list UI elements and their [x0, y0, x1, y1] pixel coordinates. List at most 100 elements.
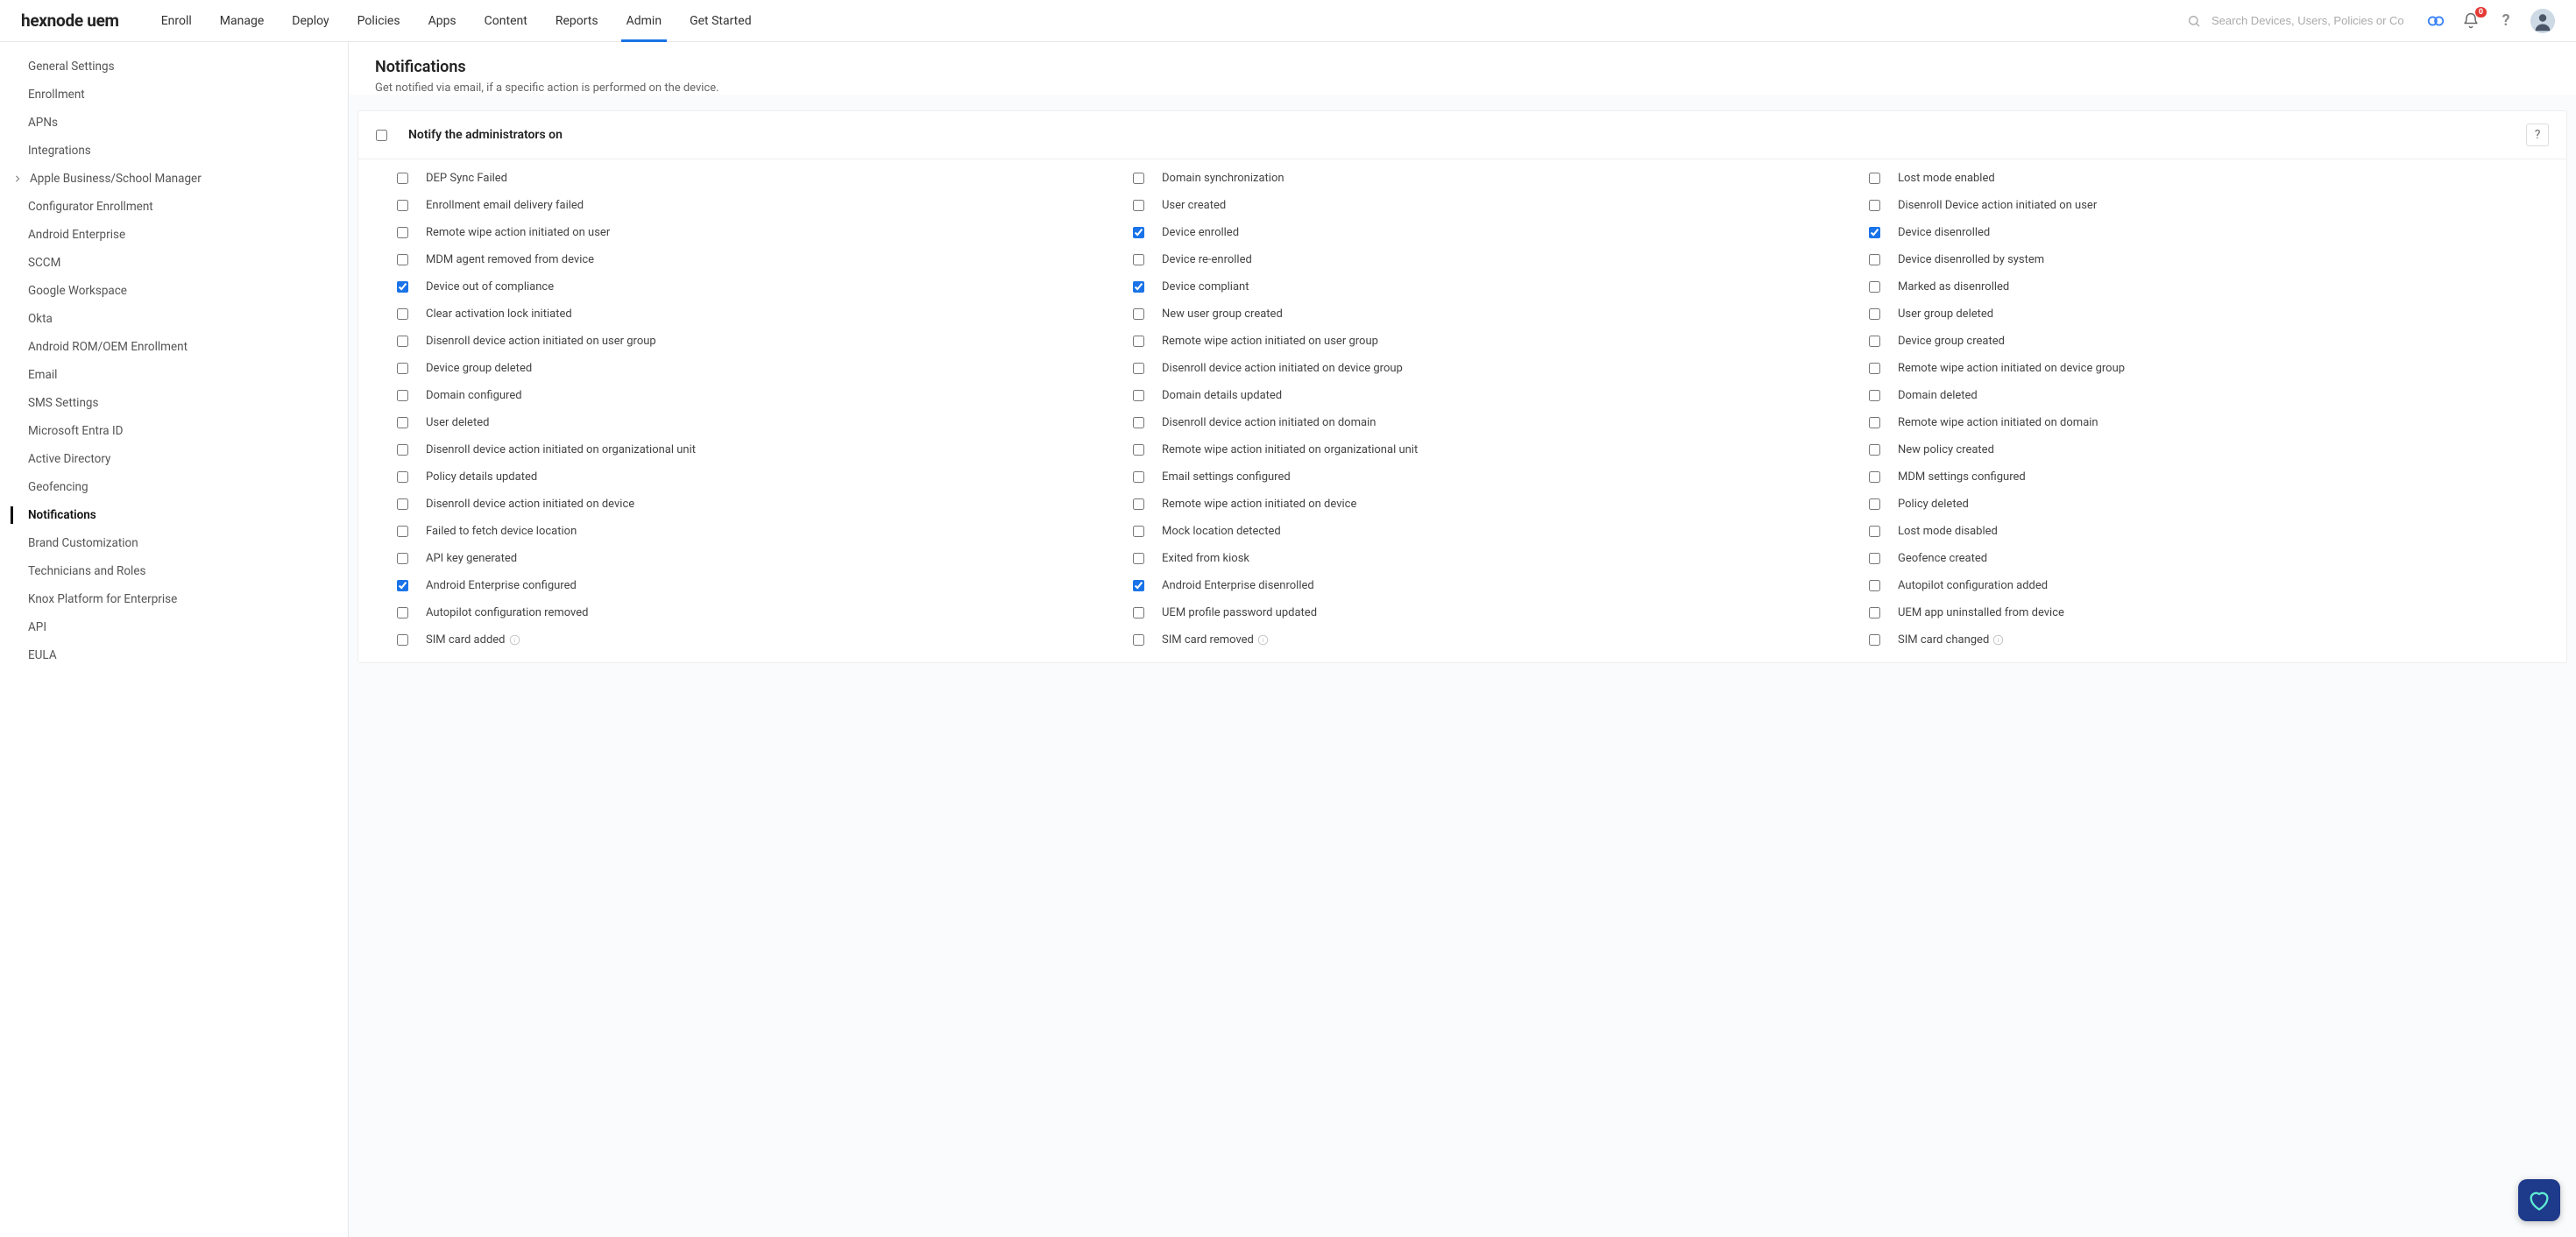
nav-item-manage[interactable]: Manage: [206, 0, 278, 41]
notification-checkbox[interactable]: [1133, 444, 1144, 456]
notification-checkbox[interactable]: [1133, 498, 1144, 510]
notification-label[interactable]: Device disenrolled: [1898, 226, 1990, 239]
notification-label[interactable]: Device re-enrolled: [1162, 253, 1252, 266]
notification-checkbox[interactable]: [1133, 173, 1144, 184]
notification-checkbox[interactable]: [397, 200, 408, 211]
notification-checkbox[interactable]: [1133, 390, 1144, 401]
notification-label[interactable]: Remote wipe action initiated on user: [426, 226, 610, 239]
sidebar-item-api[interactable]: API: [0, 613, 348, 641]
notification-checkbox[interactable]: [1869, 227, 1880, 238]
notification-label[interactable]: API key generated: [426, 552, 517, 565]
notification-label[interactable]: Remote wipe action initiated on device: [1162, 498, 1356, 511]
notification-checkbox[interactable]: [1869, 254, 1880, 265]
notification-checkbox[interactable]: [1133, 336, 1144, 347]
bell-icon[interactable]: 0: [2460, 11, 2481, 32]
notification-checkbox[interactable]: [397, 254, 408, 265]
notification-label[interactable]: Device disenrolled by system: [1898, 253, 2044, 266]
notification-checkbox[interactable]: [1869, 173, 1880, 184]
sidebar-item-geofencing[interactable]: Geofencing: [0, 473, 348, 501]
notification-checkbox[interactable]: [397, 281, 408, 293]
section-help-button[interactable]: ?: [2526, 124, 2549, 146]
notification-label[interactable]: Domain details updated: [1162, 389, 1282, 402]
sidebar-item-general-settings[interactable]: General Settings: [0, 53, 348, 81]
copilot-icon[interactable]: [2425, 11, 2446, 32]
notification-checkbox[interactable]: [1869, 308, 1880, 320]
notification-label[interactable]: Disenroll device action initiated on dev…: [426, 498, 634, 511]
nav-item-admin[interactable]: Admin: [612, 0, 676, 41]
search-input[interactable]: [2212, 14, 2404, 27]
notification-label[interactable]: MDM agent removed from device: [426, 253, 594, 266]
notification-label[interactable]: User group deleted: [1898, 307, 1993, 321]
notification-checkbox[interactable]: [397, 444, 408, 456]
notification-checkbox[interactable]: [1133, 526, 1144, 537]
notification-label[interactable]: Remote wipe action initiated on organiza…: [1162, 443, 1418, 456]
sidebar-item-notifications[interactable]: Notifications: [0, 501, 348, 529]
notification-checkbox[interactable]: [1869, 634, 1880, 646]
chat-widget-button[interactable]: [2518, 1179, 2560, 1221]
notification-label[interactable]: User created: [1162, 199, 1226, 212]
notification-checkbox[interactable]: [1133, 363, 1144, 374]
notification-label[interactable]: SIM card addedi: [426, 633, 520, 647]
notification-checkbox[interactable]: [1869, 580, 1880, 591]
notification-label[interactable]: Device group created: [1898, 335, 2005, 348]
sidebar-item-sccm[interactable]: SCCM: [0, 249, 348, 277]
notification-label[interactable]: DEP Sync Failed: [426, 172, 507, 185]
notification-label[interactable]: Disenroll device action initiated on dom…: [1162, 416, 1376, 429]
notification-label[interactable]: UEM profile password updated: [1162, 606, 1317, 619]
notification-label[interactable]: Geofence created: [1898, 552, 1987, 565]
notification-checkbox[interactable]: [1869, 363, 1880, 374]
notification-label[interactable]: SIM card removedi: [1162, 633, 1269, 647]
notification-label[interactable]: Disenroll device action initiated on dev…: [1162, 362, 1403, 375]
notification-checkbox[interactable]: [397, 471, 408, 483]
notification-label[interactable]: Domain configured: [426, 389, 522, 402]
notification-label[interactable]: Remote wipe action initiated on domain: [1898, 416, 2098, 429]
nav-item-reports[interactable]: Reports: [541, 0, 612, 41]
notification-label[interactable]: Lost mode enabled: [1898, 172, 1995, 185]
notification-checkbox[interactable]: [397, 173, 408, 184]
notification-checkbox[interactable]: [397, 607, 408, 618]
sidebar-item-android-rom-oem-enrollment[interactable]: Android ROM/OEM Enrollment: [0, 333, 348, 361]
notification-checkbox[interactable]: [397, 363, 408, 374]
notification-label[interactable]: Autopilot configuration added: [1898, 579, 2048, 592]
sidebar-item-apns[interactable]: APNs: [0, 109, 348, 137]
help-icon[interactable]: ?: [2495, 11, 2516, 32]
notification-checkbox[interactable]: [397, 553, 408, 564]
notification-label[interactable]: Policy details updated: [426, 470, 537, 484]
notification-checkbox[interactable]: [1869, 444, 1880, 456]
notification-checkbox[interactable]: [1133, 281, 1144, 293]
notification-label[interactable]: Clear activation lock initiated: [426, 307, 572, 321]
notification-label[interactable]: Email settings configured: [1162, 470, 1291, 484]
notification-label[interactable]: Domain synchronization: [1162, 172, 1284, 185]
notification-label[interactable]: Remote wipe action initiated on user gro…: [1162, 335, 1378, 348]
nav-item-apps[interactable]: Apps: [414, 0, 471, 41]
notification-label[interactable]: Autopilot configuration removed: [426, 606, 589, 619]
sidebar-item-apple-business-school-manager[interactable]: Apple Business/School Manager: [0, 165, 348, 193]
notification-checkbox[interactable]: [1869, 607, 1880, 618]
notification-label[interactable]: Device enrolled: [1162, 226, 1239, 239]
notification-label[interactable]: Failed to fetch device location: [426, 525, 577, 538]
notification-checkbox[interactable]: [1133, 308, 1144, 320]
notification-checkbox[interactable]: [397, 580, 408, 591]
notification-checkbox[interactable]: [1869, 471, 1880, 483]
notification-label[interactable]: Remote wipe action initiated on device g…: [1898, 362, 2125, 375]
sidebar-item-okta[interactable]: Okta: [0, 305, 348, 333]
nav-item-content[interactable]: Content: [471, 0, 541, 41]
sidebar-item-email[interactable]: Email: [0, 361, 348, 389]
notification-label[interactable]: Marked as disenrolled: [1898, 280, 2009, 293]
notification-checkbox[interactable]: [397, 336, 408, 347]
info-icon[interactable]: i: [1992, 634, 2004, 646]
notification-label[interactable]: Lost mode disabled: [1898, 525, 1998, 538]
notification-checkbox[interactable]: [1133, 553, 1144, 564]
notification-label[interactable]: Policy deleted: [1898, 498, 1969, 511]
notification-label[interactable]: UEM app uninstalled from device: [1898, 606, 2064, 619]
notification-checkbox[interactable]: [397, 417, 408, 428]
sidebar-item-eula[interactable]: EULA: [0, 641, 348, 669]
notification-label[interactable]: Exited from kiosk: [1162, 552, 1249, 565]
notification-checkbox[interactable]: [1133, 471, 1144, 483]
notification-checkbox[interactable]: [1869, 553, 1880, 564]
sidebar-item-active-directory[interactable]: Active Directory: [0, 445, 348, 473]
nav-item-policies[interactable]: Policies: [343, 0, 414, 41]
notification-checkbox[interactable]: [1869, 498, 1880, 510]
sidebar-item-knox-platform-for-enterprise[interactable]: Knox Platform for Enterprise: [0, 585, 348, 613]
notification-label[interactable]: Android Enterprise configured: [426, 579, 577, 592]
